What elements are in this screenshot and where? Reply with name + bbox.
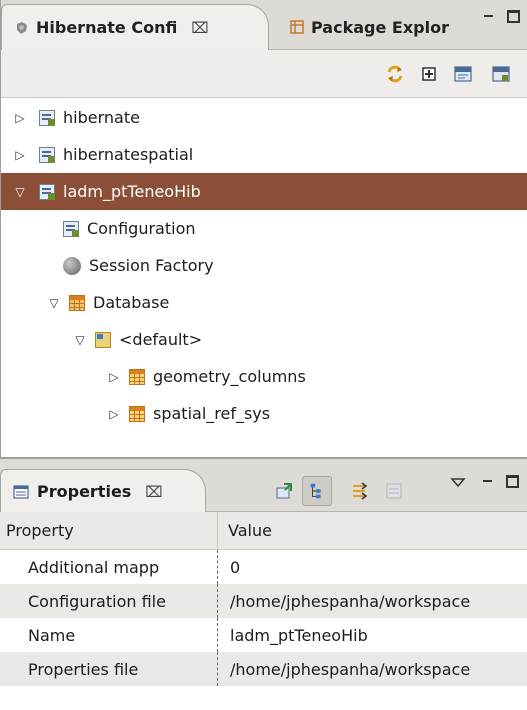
tree-item-label: spatial_ref_sys (153, 404, 271, 423)
tab-label: Hibernate Confi (36, 18, 178, 37)
table-header: Property Value (0, 512, 527, 550)
session-factory-icon (63, 256, 81, 275)
tree-item-database[interactable]: ▽ Database (1, 284, 527, 321)
hibernate-config-icon (39, 183, 55, 200)
tree-item-label: ladm_ptTeneoHib (63, 182, 201, 201)
view-tab-bar: Properties ⌧ (0, 458, 527, 513)
pin-icon[interactable] (274, 481, 294, 501)
table-icon (129, 368, 145, 385)
tree-item-label: geometry_columns (153, 367, 306, 386)
tab-properties[interactable]: Properties ⌧ (0, 469, 206, 513)
tree-item-label: Session Factory (89, 256, 214, 275)
tree-item-label: hibernate (63, 108, 140, 127)
tree-item-session-factory[interactable]: Session Factory (1, 247, 527, 284)
tree-item-label: Database (93, 293, 170, 312)
package-explorer-icon (290, 20, 304, 34)
property-name: Additional mapp (0, 550, 218, 584)
property-value: /home/jphespanha/workspace (230, 659, 471, 679)
hibernate-config-icon (17, 21, 27, 34)
expand-arrow-icon[interactable]: ▷ (11, 109, 29, 127)
tree-item-ladm-ptteneohib[interactable]: ▽ ladm_ptTeneoHib (1, 173, 527, 210)
tab-label: Package Explor (311, 17, 449, 37)
expand-arrow-icon[interactable]: ▷ (105, 405, 123, 423)
table-row[interactable]: Configuration file /home/jphespanha/work… (0, 584, 527, 618)
table-row[interactable]: Additional mapp 0 (0, 550, 527, 584)
expand-arrow-icon[interactable]: ▷ (105, 368, 123, 386)
tree-item-geometry-columns[interactable]: ▷ geometry_columns (1, 358, 527, 395)
table-row[interactable]: Properties file /home/jphespanha/workspa… (0, 652, 527, 686)
maximize-icon[interactable] (507, 10, 520, 23)
maximize-icon[interactable] (506, 475, 519, 488)
criteria-editor-icon[interactable] (491, 64, 511, 84)
default-schema-icon (95, 331, 111, 348)
column-header-value[interactable]: Value (218, 512, 527, 549)
close-icon[interactable]: ⌧ (191, 19, 208, 37)
tree-item-hibernatespatial[interactable]: ▷ hibernatespatial (1, 136, 527, 173)
configuration-tree: ▷ hibernate ▷ hibernatespatial ▽ ladm_pt… (1, 99, 527, 432)
column-header-property[interactable]: Property (0, 512, 218, 549)
tree-item-hibernate[interactable]: ▷ hibernate (1, 99, 527, 136)
properties-icon (13, 484, 29, 499)
expand-icon[interactable] (419, 64, 439, 84)
properties-view: Properties ⌧ Property Value Additional m… (0, 458, 527, 710)
tree-item-label: Configuration (87, 219, 196, 238)
tree-item-default-schema[interactable]: ▽ <default> (1, 321, 527, 358)
tab-hibernate-configurations[interactable]: Hibernate Confi ⌧ (1, 4, 269, 50)
configuration-icon (63, 220, 79, 237)
view-menu-icon[interactable] (448, 473, 468, 493)
property-value: /home/jphespanha/workspace (230, 591, 471, 611)
hibernate-config-icon (39, 109, 55, 126)
view-toolbar (1, 50, 527, 98)
tab-label: Properties (37, 482, 132, 501)
table-row[interactable]: Name ladm_ptTeneoHib (0, 618, 527, 652)
properties-table: Property Value Additional mapp 0 Configu… (0, 512, 527, 686)
minimize-icon[interactable] (482, 475, 495, 488)
tree-item-label: <default> (119, 330, 203, 349)
categories-icon (310, 483, 321, 499)
property-value: 0 (230, 557, 241, 577)
minimize-icon[interactable] (483, 10, 496, 23)
property-name: Properties file (0, 652, 218, 686)
refresh-icon[interactable] (385, 64, 405, 84)
tree-item-configuration[interactable]: Configuration (1, 210, 527, 247)
table-icon (129, 405, 145, 422)
property-name: Configuration file (0, 584, 218, 618)
categories-button[interactable] (302, 476, 332, 506)
tree-item-label: hibernatespatial (63, 145, 194, 164)
restore-defaults-icon[interactable] (384, 481, 404, 501)
collapse-arrow-icon[interactable]: ▽ (11, 183, 29, 201)
expand-arrow-icon[interactable]: ▷ (11, 146, 29, 164)
hibernate-configurations-view: Hibernate Confi ⌧ Package Explor ▷ hiber… (0, 0, 527, 458)
filter-icon[interactable] (350, 481, 370, 501)
close-icon[interactable]: ⌧ (145, 483, 162, 501)
property-value: ladm_ptTeneoHib (230, 625, 368, 645)
hibernate-config-icon (39, 146, 55, 163)
tab-package-explorer[interactable]: Package Explor (273, 4, 463, 50)
property-name: Name (0, 618, 218, 652)
view-tab-bar: Hibernate Confi ⌧ Package Explor (1, 0, 527, 50)
tree-item-spatial-ref-sys[interactable]: ▷ spatial_ref_sys (1, 395, 527, 432)
collapse-arrow-icon[interactable]: ▽ (71, 331, 89, 349)
collapse-arrow-icon[interactable]: ▽ (45, 294, 63, 312)
database-icon (69, 294, 85, 311)
hql-editor-icon[interactable] (453, 64, 473, 84)
